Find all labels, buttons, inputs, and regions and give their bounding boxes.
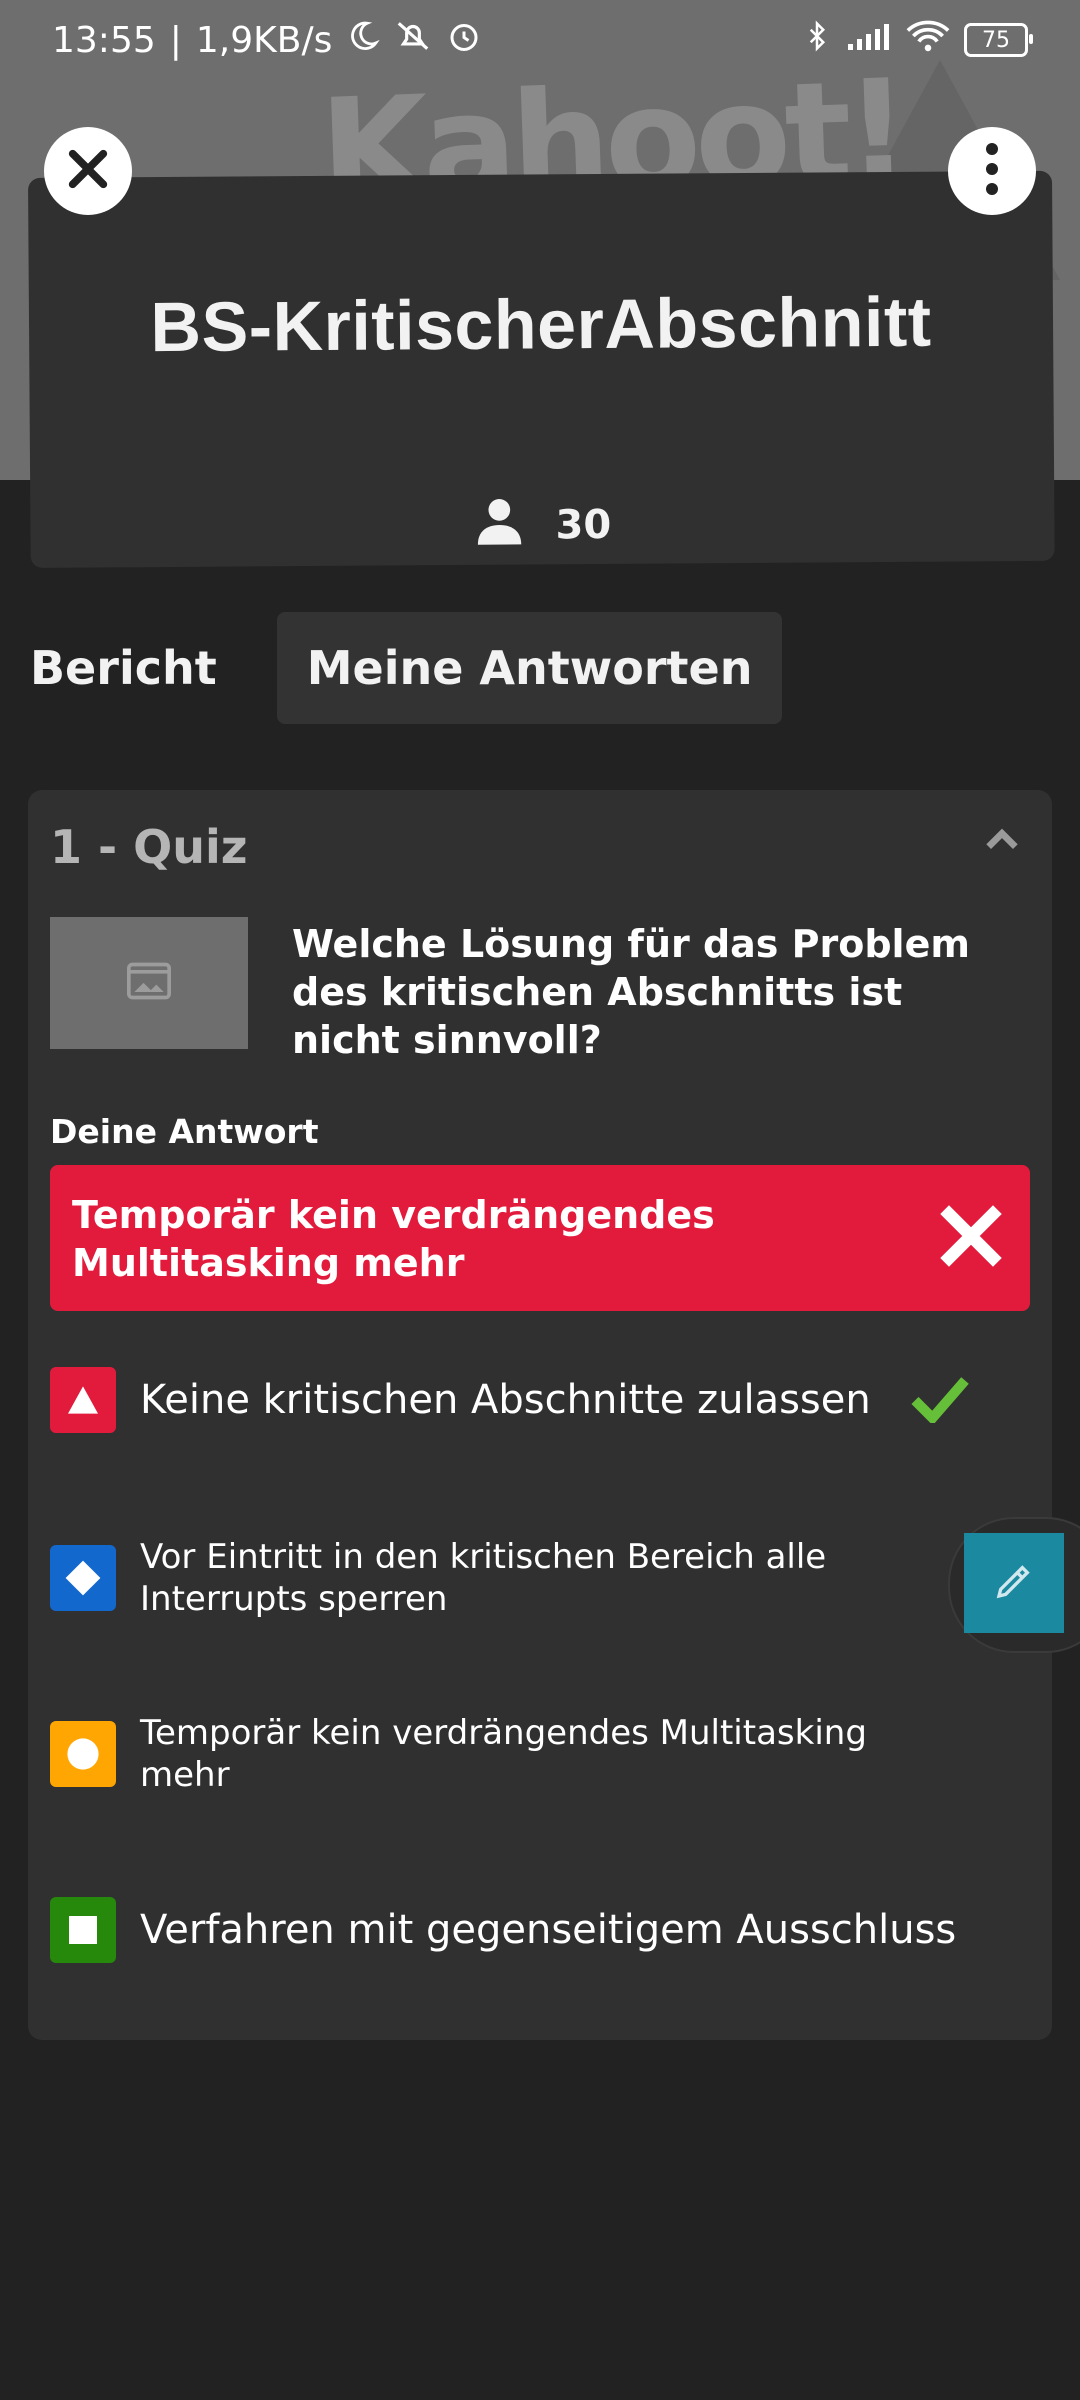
wifi-icon [906,19,950,62]
diamond-icon [50,1545,116,1611]
answer-option-1: Keine kritischen Abschnitte zulassen [50,1367,1030,1433]
status-left: 13:55 | 1,9KB/s [52,17,482,64]
bell-off-icon [394,17,432,64]
question-title: 1 - Quiz [50,820,248,874]
kahoot-title-card: BS-KritischerAbschnitt 30 [28,170,1055,568]
chevron-up-icon[interactable] [982,820,1022,864]
your-answer-label: Deine Antwort [50,1112,319,1151]
answer-option-text: Verfahren mit gegenseitigem Ausschluss [140,1907,957,1953]
triangle-icon [50,1367,116,1433]
image-icon [127,962,171,1004]
signal-icon [846,20,892,61]
edit-button[interactable] [964,1533,1064,1633]
tab-meine-antworten[interactable]: Meine Antworten [276,612,783,724]
question-card: 1 - Quiz Welche Lösung für das Problem d… [28,790,1052,2040]
status-right: 75 [802,18,1033,63]
pencil-icon [994,1561,1034,1605]
x-icon [938,1203,1004,1273]
answer-option-3: Temporär kein verdrängendes Multitasking… [50,1712,1030,1796]
answer-option-4: Verfahren mit gegenseitigem Ausschluss [50,1897,1030,1963]
checkmark-icon [909,1373,971,1427]
more-options-button[interactable] [948,127,1036,215]
your-answer-text: Temporär kein verdrängendes Multitasking… [72,1193,715,1285]
answer-option-text: Vor Eintritt in den kritischen Bereich a… [140,1537,827,1619]
your-answer-box: Temporär kein verdrängendes Multitasking… [50,1165,1030,1311]
close-button[interactable] [44,127,132,215]
answer-option-text: Keine kritischen Abschnitte zulassen [140,1377,871,1423]
report-tabs: Bericht Meine Antworten [30,612,783,724]
answer-option-text: Temporär kein verdrängendes Multitasking… [140,1713,867,1795]
bluetooth-icon [802,18,832,63]
player-count: 30 [30,491,1054,560]
question-image-placeholder [50,917,248,1049]
person-icon [473,495,525,557]
status-separator: | [169,19,182,61]
close-icon [65,146,111,196]
more-vertical-icon [982,141,1002,201]
question-text: Welche Lösung für das Problem des kritis… [292,922,970,1062]
answer-option-2: Vor Eintritt in den kritischen Bereich a… [50,1536,1030,1620]
alarm-icon [446,18,482,63]
kahoot-title: BS-KritischerAbschnitt [150,282,932,367]
battery-indicator: 75 [964,23,1033,57]
square-icon [50,1897,116,1963]
status-time: 13:55 [52,19,156,61]
moon-icon [346,19,381,62]
status-bar: 13:55 | 1,9KB/s 75 [0,0,1080,80]
player-count-value: 30 [555,501,612,549]
circle-icon [50,1721,116,1787]
tab-bericht[interactable]: Bericht [30,612,247,724]
status-speed: 1,9KB/s [195,19,333,61]
